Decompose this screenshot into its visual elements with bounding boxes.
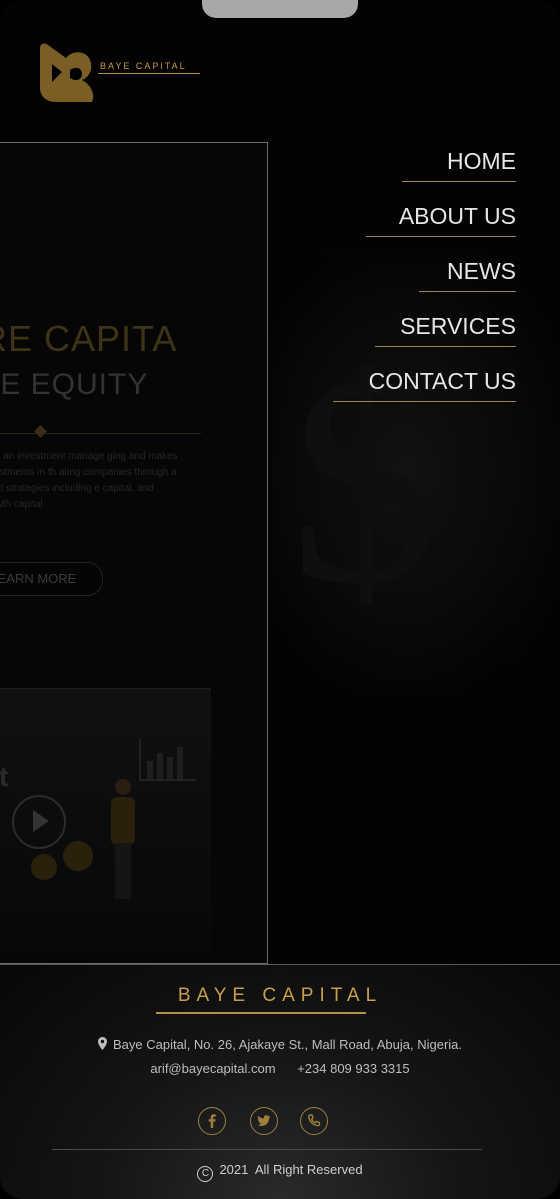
footer-brand: BAYE CAPITAL bbox=[177, 985, 383, 1006]
preview-divider bbox=[0, 433, 201, 434]
twitter-icon[interactable] bbox=[250, 1107, 278, 1135]
copyright: C 2021 All Right Reserved bbox=[0, 1162, 560, 1182]
copyright-text: All Right Reserved bbox=[254, 1162, 363, 1177]
logo-text: BAYE CAPITAL bbox=[100, 61, 187, 71]
preview-body-text: firm, an investment manage ging and make… bbox=[0, 451, 178, 510]
footer-address: Baye Capital, No. 26, Ajakaye St., Mall … bbox=[0, 1037, 560, 1052]
nav-item-label: HOME bbox=[447, 148, 516, 174]
nav-underline bbox=[366, 236, 516, 237]
footer: BAYE CAPITAL Baye Capital, No. 26, Ajaka… bbox=[0, 964, 560, 1199]
coin-icon bbox=[31, 854, 57, 880]
bar-chart-illustration bbox=[139, 739, 196, 781]
preview-video[interactable]: t bbox=[0, 688, 211, 954]
footer-contact: arif@bayecapital.com +234 809 933 3315 bbox=[0, 1061, 560, 1076]
nav-item-label: ABOUT US bbox=[398, 203, 516, 229]
logo-mark-icon bbox=[40, 43, 94, 102]
social-links bbox=[196, 1107, 336, 1139]
nav-item-label: SERVICES bbox=[400, 313, 516, 339]
footer-brand-underline bbox=[156, 1012, 366, 1014]
preview-title-line1: RE CAPITA bbox=[0, 318, 178, 359]
person-illustration bbox=[109, 779, 139, 899]
page-preview-panel[interactable]: RE CAPITA TE EQUITY firm, an investment … bbox=[0, 142, 268, 964]
copyright-icon: C bbox=[197, 1166, 214, 1182]
footer-divider bbox=[52, 1149, 482, 1150]
phone-icon[interactable] bbox=[300, 1107, 328, 1135]
nav-item-label: NEWS bbox=[447, 258, 516, 284]
phone-number[interactable]: +234 809 933 3315 bbox=[297, 1061, 409, 1076]
nav-item-contact-us[interactable]: CONTACT US bbox=[333, 366, 516, 402]
learn-more-button[interactable]: EARN MORE bbox=[0, 562, 103, 596]
nav-item-services[interactable]: SERVICES bbox=[375, 311, 516, 347]
nav-item-news[interactable]: NEWS bbox=[419, 256, 516, 292]
nav-item-about-us[interactable]: ABOUT US bbox=[366, 201, 516, 237]
nav-underline bbox=[419, 291, 516, 292]
nav-underline bbox=[333, 401, 516, 402]
play-icon[interactable] bbox=[12, 795, 66, 849]
address-text: Baye Capital, No. 26, Ajakaye St., Mall … bbox=[112, 1037, 463, 1052]
nav-underline bbox=[375, 346, 516, 347]
facebook-icon[interactable] bbox=[198, 1107, 226, 1135]
coin-icon bbox=[63, 841, 93, 871]
preview-title-line2: TE EQUITY bbox=[0, 368, 149, 401]
device-notch bbox=[202, 0, 358, 18]
logo-underline bbox=[98, 73, 200, 74]
copyright-year: 2021 bbox=[219, 1162, 249, 1177]
nav-item-label: CONTACT US bbox=[368, 368, 516, 394]
nav-item-home[interactable]: HOME bbox=[402, 146, 516, 182]
video-title-fragment: t bbox=[0, 761, 8, 793]
mobile-screen: $ RE CAPITA TE EQUITY firm, an investmen… bbox=[0, 0, 560, 1199]
email-link[interactable]: arif@bayecapital.com bbox=[150, 1061, 275, 1076]
nav-underline bbox=[402, 181, 516, 182]
diamond-icon bbox=[34, 425, 47, 438]
logo[interactable]: BAYE CAPITAL bbox=[36, 40, 206, 106]
location-pin-icon bbox=[97, 1037, 107, 1050]
